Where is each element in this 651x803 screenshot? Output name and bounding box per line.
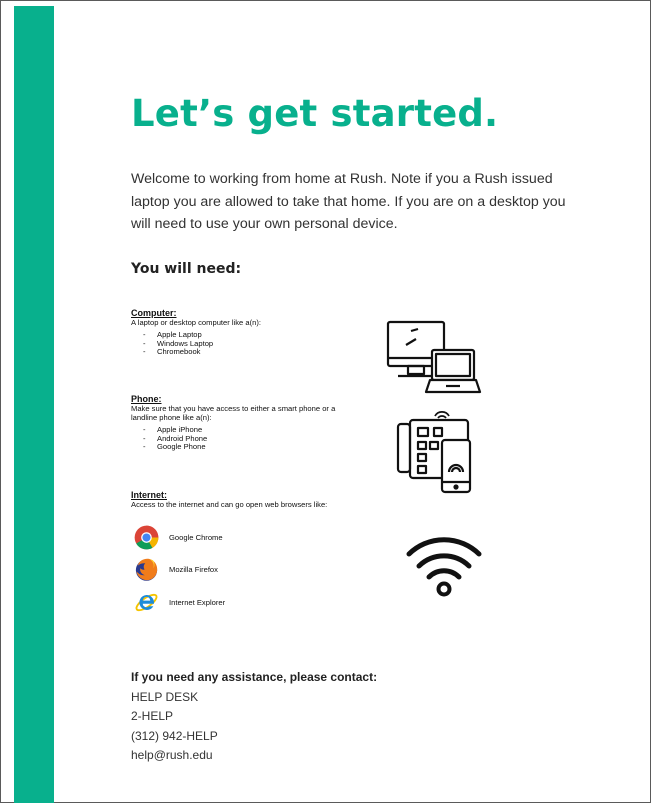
page-title: Let’s get started. bbox=[131, 92, 499, 135]
computer-section: Computer: A laptop or desktop computer l… bbox=[131, 309, 261, 357]
internet-heading: Internet: bbox=[131, 490, 167, 500]
browser-name: Mozilla Firefox bbox=[169, 565, 218, 574]
you-will-need-heading: You will need: bbox=[131, 261, 242, 277]
browser-name: Google Chrome bbox=[169, 533, 223, 542]
contact-line: (312) 942-HELP bbox=[131, 728, 218, 743]
contact-email: help@rush.edu bbox=[131, 748, 213, 762]
list-item: - Google Phone bbox=[143, 442, 206, 452]
phone-list: - Apple iPhone - Android Phone - Google Pho… bbox=[131, 425, 335, 452]
phone-heading: Phone: bbox=[131, 394, 162, 404]
browser-firefox: Mozilla Firefox bbox=[134, 557, 218, 582]
wifi-icon bbox=[406, 537, 482, 597]
computer-heading: Computer: bbox=[131, 308, 177, 318]
intro-paragraph: Welcome to working from home at Rush. No… bbox=[131, 171, 566, 232]
browser-name: Internet Explorer bbox=[169, 598, 226, 607]
contact-line: 2-HELP bbox=[131, 709, 174, 723]
list-item: - Chromebook bbox=[143, 347, 201, 357]
computer-description: A laptop or desktop computer like a(n): bbox=[131, 318, 262, 327]
contact-heading: If you need any assistance, please conta… bbox=[131, 670, 378, 684]
firefox-icon bbox=[135, 558, 158, 581]
computer-list: - Apple Laptop - Windows Laptop - Chromeboo… bbox=[131, 330, 261, 357]
contact-block: If you need any assistance, please conta… bbox=[131, 668, 377, 766]
internet-description: Access to the internet and can go open w… bbox=[131, 500, 328, 509]
phone-icon bbox=[396, 410, 472, 494]
internet-section: Internet: Access to the internet and can… bbox=[131, 490, 328, 510]
phone-description: Make sure that you have access to either… bbox=[131, 404, 336, 413]
contact-line: HELP DESK bbox=[131, 689, 199, 704]
browser-chrome: Google Chrome bbox=[134, 525, 223, 550]
phone-section: Phone: Make sure that you have access to… bbox=[131, 395, 335, 452]
phone-description-line-2: landline phone like a(n): bbox=[131, 413, 212, 422]
accent-sidebar-stripe bbox=[14, 6, 54, 803]
internet-explorer-icon bbox=[135, 593, 158, 612]
chrome-icon bbox=[134, 525, 159, 550]
browser-internet-explorer: Internet Explorer bbox=[134, 590, 225, 615]
computer-laptop-icon bbox=[386, 320, 482, 394]
